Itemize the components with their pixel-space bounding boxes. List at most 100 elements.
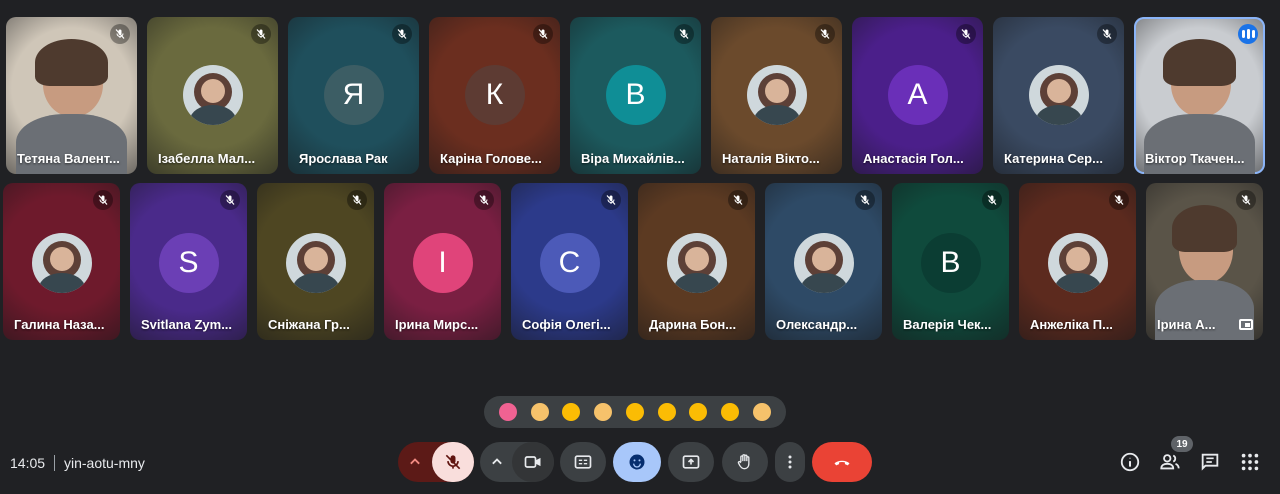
participant-tile[interactable]: Сніжана Гр...	[257, 183, 374, 340]
avatar-initial: І	[412, 233, 473, 293]
participant-tile[interactable]: S Svitlana Zym...	[130, 183, 247, 340]
chat-button[interactable]	[1198, 450, 1222, 474]
mic-muted-icon	[347, 190, 367, 210]
avatar-initial: Я	[323, 65, 384, 125]
avatar-photo	[1047, 233, 1108, 293]
participant-tile[interactable]: Ірина А...	[1146, 183, 1263, 340]
participant-name: Тетяна Валент...	[17, 151, 120, 166]
camera-toggle-button[interactable]	[512, 442, 554, 482]
mic-muted-icon	[982, 190, 1002, 210]
avatar-photo	[31, 233, 92, 293]
activities-button[interactable]	[1238, 450, 1262, 474]
reactions-bar	[484, 396, 786, 428]
participant-name: Софія Олегі...	[522, 317, 611, 332]
party-popper-icon[interactable]	[560, 401, 582, 423]
avatar-initial: В	[605, 65, 666, 125]
avatar-initial: С	[539, 233, 600, 293]
leave-call-button[interactable]	[812, 442, 872, 482]
tears-of-joy-icon[interactable]	[624, 401, 646, 423]
mic-muted-icon	[251, 24, 271, 44]
apps-grid-icon	[1241, 453, 1259, 471]
avatar-photo	[1028, 65, 1089, 125]
speaking-indicator-icon	[1238, 24, 1258, 44]
mic-muted-icon	[855, 190, 875, 210]
participant-tile[interactable]: А Анастасія Гол...	[852, 17, 983, 174]
thumbs-up-icon[interactable]	[529, 401, 551, 423]
info-icon	[1120, 452, 1140, 472]
present-screen-button[interactable]	[668, 442, 714, 482]
thumbs-down-icon[interactable]	[751, 401, 773, 423]
avatar-photo	[182, 65, 243, 125]
captions-button[interactable]	[560, 442, 606, 482]
audio-options-button[interactable]	[398, 442, 432, 482]
mic-muted-icon	[956, 24, 976, 44]
avatar-photo	[793, 233, 854, 293]
people-button[interactable]	[1158, 450, 1182, 474]
participant-name: Анастасія Гол...	[863, 151, 964, 166]
participants-row-2: Галина Наза... S Svitlana Zym... Сніжана Гр…	[3, 183, 1263, 340]
participant-name: Ізабелла Мал...	[158, 151, 256, 166]
people-count-badge: 19	[1171, 436, 1193, 452]
crying-face-icon[interactable]	[687, 401, 709, 423]
more-options-button[interactable]	[775, 442, 805, 482]
sparkling-heart-icon[interactable]	[497, 401, 519, 423]
participant-tile[interactable]: Тетяна Валент...	[6, 17, 137, 174]
meeting-details-button[interactable]	[1118, 450, 1142, 474]
closed-captions-icon	[574, 455, 592, 469]
thinking-face-icon[interactable]	[719, 401, 741, 423]
participant-tile[interactable]: Ізабелла Мал...	[147, 17, 278, 174]
participant-tile[interactable]: Наталія Вікто...	[711, 17, 842, 174]
mic-muted-icon	[1236, 190, 1256, 210]
avatar-photo	[666, 233, 727, 293]
meeting-time: 14:05	[10, 455, 46, 471]
chat-icon	[1201, 453, 1219, 471]
raise-hand-button[interactable]	[722, 442, 768, 482]
participant-tile[interactable]: Віктор Ткачен...	[1134, 17, 1265, 174]
send-reaction-button[interactable]	[613, 442, 661, 482]
participant-tile[interactable]: С Софія Олегі...	[511, 183, 628, 340]
chevron-up-icon	[410, 458, 420, 465]
video-options-button[interactable]	[480, 442, 514, 482]
microphone-toggle-button[interactable]	[432, 442, 474, 482]
participant-name: Валерія Чек...	[903, 317, 992, 332]
participant-tile[interactable]: Я Ярослава Рак	[288, 17, 419, 174]
avatar-initial: К	[464, 65, 525, 125]
participant-tile[interactable]: Олександр...	[765, 183, 882, 340]
participant-name: Наталія Вікто...	[722, 151, 820, 166]
camera-control-group	[480, 442, 554, 482]
chevron-up-icon	[492, 458, 502, 465]
participant-tile[interactable]: В Валерія Чек...	[892, 183, 1009, 340]
mic-muted-icon	[1097, 24, 1117, 44]
video-camera-icon	[524, 456, 541, 468]
participant-tile[interactable]: Галина Наза...	[3, 183, 120, 340]
participant-tile[interactable]: Дарина Бон...	[638, 183, 755, 340]
phone-hangup-icon	[834, 460, 850, 466]
mic-muted-icon	[728, 190, 748, 210]
clapping-hands-icon[interactable]	[592, 401, 614, 423]
mic-muted-icon	[815, 24, 835, 44]
participant-tile[interactable]: Катерина Сер...	[993, 17, 1124, 174]
participant-name: Сніжана Гр...	[268, 317, 350, 332]
avatar-photo	[746, 65, 807, 125]
more-vertical-icon	[788, 455, 792, 469]
mic-muted-icon	[1109, 190, 1129, 210]
participant-name: Svitlana Zym...	[141, 317, 233, 332]
present-to-all-icon	[682, 455, 700, 469]
participant-name: Віра Михайлів...	[581, 151, 685, 166]
participant-tile[interactable]: І Ірина Мирс...	[384, 183, 501, 340]
surprised-face-icon[interactable]	[656, 401, 678, 423]
participant-tile[interactable]: К Каріна Голове...	[429, 17, 560, 174]
mic-muted-icon	[601, 190, 621, 210]
divider	[54, 455, 55, 471]
mic-muted-icon	[220, 190, 240, 210]
participants-row-1: Тетяна Валент... Ізабелла Мал... Я Ярослава…	[6, 17, 1265, 174]
participant-name: Олександр...	[776, 317, 858, 332]
participant-tile[interactable]: Анжеліка П...	[1019, 183, 1136, 340]
mic-muted-icon	[93, 190, 113, 210]
mic-muted-icon	[392, 24, 412, 44]
participant-name: Каріна Голове...	[440, 151, 542, 166]
avatar-photo	[285, 233, 346, 293]
participant-tile[interactable]: В Віра Михайлів...	[570, 17, 701, 174]
participant-name: Дарина Бон...	[649, 317, 737, 332]
raise-hand-icon	[737, 454, 750, 470]
